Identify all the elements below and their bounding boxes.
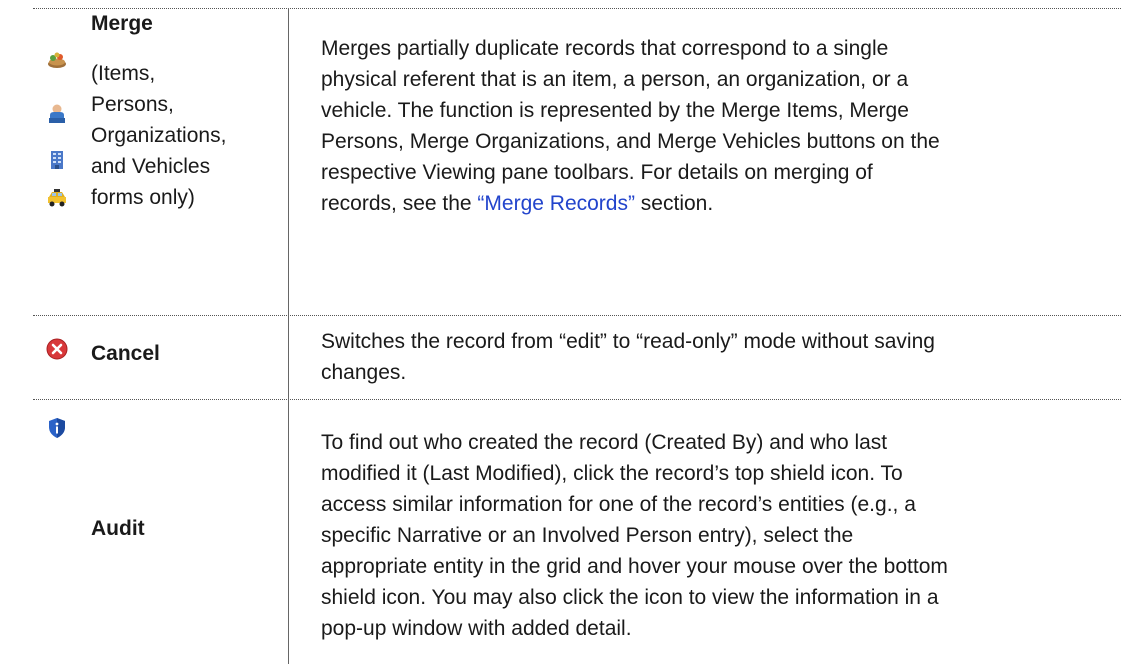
command-name-cancel: Cancel — [91, 342, 160, 365]
note-line: (Items, — [91, 62, 156, 85]
command-name-merge: Merge — [91, 12, 153, 35]
note-line: Organizations, — [91, 124, 227, 147]
row-divider — [33, 315, 1121, 316]
description-line: respective Viewing pane toolbars. For de… — [321, 161, 873, 184]
cancel-icon — [46, 338, 68, 360]
description-line: physical referent that is an item, a per… — [321, 68, 909, 91]
description-text: section. — [634, 192, 714, 215]
merge-items-icon — [46, 48, 68, 70]
shield-icon — [46, 417, 68, 439]
description-line: access similar information for one of th… — [321, 493, 916, 516]
row-divider — [33, 399, 1121, 400]
description-line: specific Narrative or an Involved Person… — [321, 524, 854, 547]
description-cancel: Switches the record from “edit” to “read… — [321, 326, 1111, 388]
note-line: Persons, — [91, 93, 174, 116]
description-line: records, see the “Merge Records” section… — [321, 188, 1111, 219]
description-line: modified it (Last Modified), click the r… — [321, 462, 903, 485]
merge-organizations-icon — [46, 149, 68, 171]
description-audit: To find out who created the record (Crea… — [321, 427, 1111, 644]
description-line: pop-up window with added detail. — [321, 617, 632, 640]
column-divider — [288, 8, 289, 664]
description-line: vehicle. The function is represented by … — [321, 99, 909, 122]
description-line: Merges partially duplicate records that … — [321, 37, 889, 60]
description-line: changes. — [321, 361, 407, 384]
description-line: shield icon. You may also click the icon… — [321, 586, 939, 609]
command-note-merge: (Items, Persons, Organizations, and Vehi… — [91, 58, 281, 213]
description-line: Persons, Merge Organizations, and Merge … — [321, 130, 940, 153]
description-line: Switches the record from “edit” to “read… — [321, 330, 935, 353]
command-name-audit: Audit — [91, 517, 145, 540]
description-merge: Merges partially duplicate records that … — [321, 33, 1111, 219]
merge-records-link[interactable]: “Merge Records” — [477, 192, 635, 215]
note-line: forms only) — [91, 186, 195, 209]
command-table: Merge (Items, Persons, Organizations, an… — [0, 0, 1130, 664]
note-line: and Vehicles — [91, 155, 211, 178]
merge-vehicles-icon — [46, 186, 68, 208]
merge-persons-icon — [46, 103, 68, 125]
table-top-border — [33, 8, 1121, 9]
description-text: records, see the — [321, 192, 478, 215]
description-line: appropriate entity in the grid and hover… — [321, 555, 948, 578]
description-line: To find out who created the record (Crea… — [321, 431, 888, 454]
